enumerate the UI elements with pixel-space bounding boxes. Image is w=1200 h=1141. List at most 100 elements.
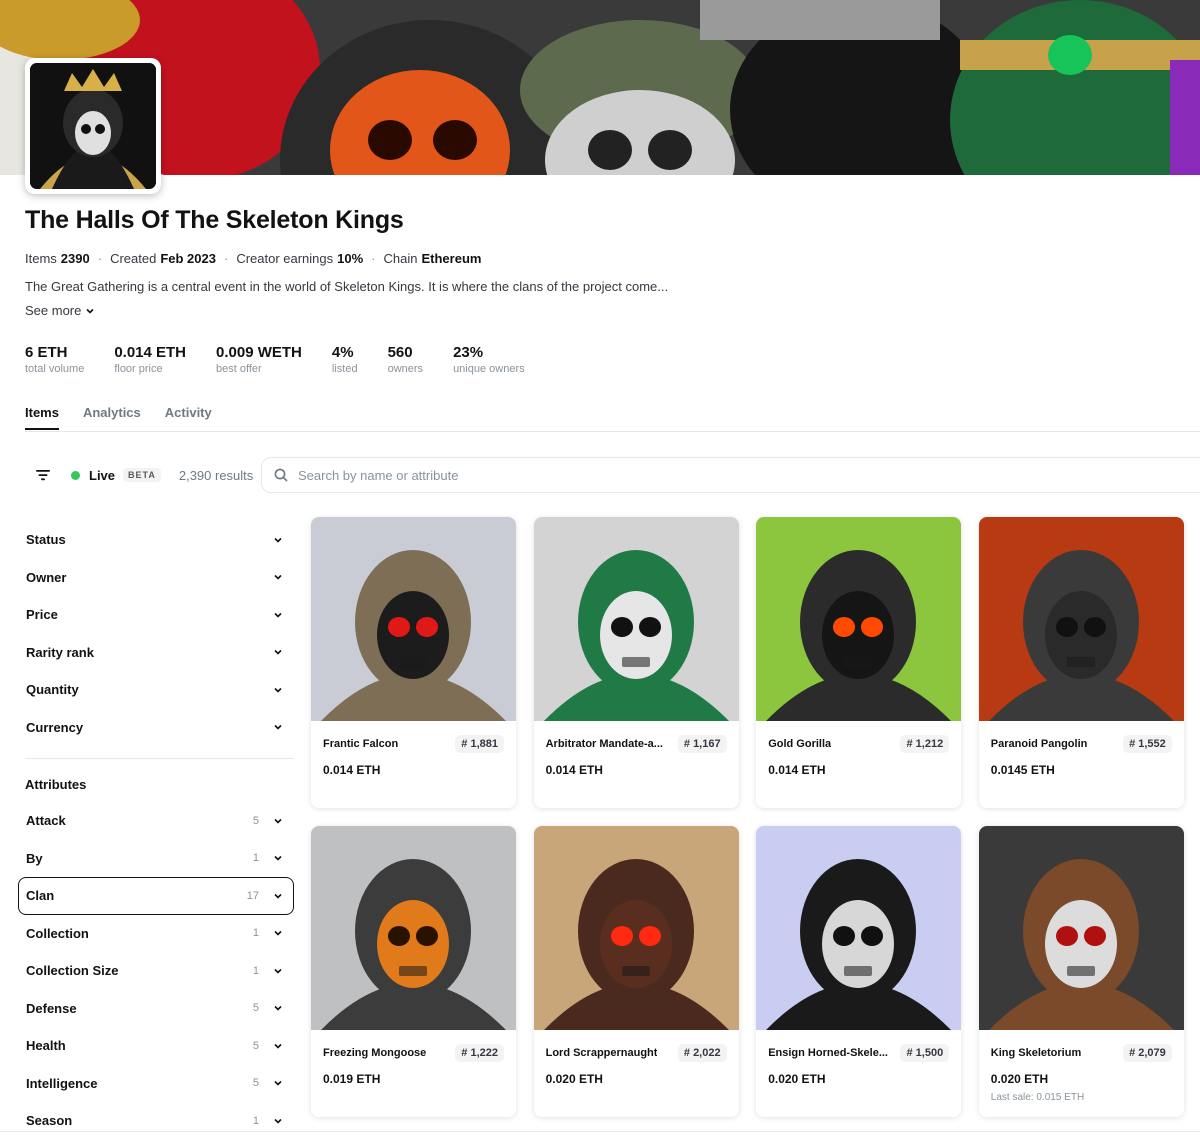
attribute-defense[interactable]: Defense 5: [18, 990, 294, 1028]
stat-total-volume: 6 ETH total volume: [25, 344, 85, 375]
live-dot-icon: [71, 470, 80, 480]
chevron-down-icon: [274, 1006, 282, 1011]
collection-banner: [0, 0, 1200, 175]
item-card[interactable]: Gold Gorilla # 1,212 0.014 ETH: [756, 517, 962, 808]
live-label: Live: [89, 467, 116, 483]
banner-artwork: [0, 0, 1200, 175]
meta-items: Items 2390: [25, 251, 90, 266]
page-bottom-divider: [0, 1131, 1200, 1132]
attribute-collection-size[interactable]: Collection Size 1: [18, 952, 294, 990]
filter-quantity[interactable]: Quantity: [18, 671, 294, 709]
item-name: Arbitrator Mandate-a...: [545, 738, 663, 750]
item-card[interactable]: Paranoid Pangolin # 1,552 0.0145 ETH: [978, 517, 1184, 808]
filter-rarity-rank[interactable]: Rarity rank: [18, 634, 294, 672]
collection-description: The Great Gathering is a central event i…: [25, 279, 669, 294]
stat-best-offer: 0.009 WETH best offer: [216, 344, 302, 375]
chevron-down-icon: [274, 856, 282, 861]
search-bar[interactable]: [261, 457, 1200, 493]
skeleton-king-logo: [30, 63, 156, 189]
item-price: 0.014 ETH: [323, 763, 381, 777]
rarity-rank-badge: # 1,500: [900, 1044, 950, 1062]
skeleton-portrait: [321, 859, 506, 1030]
see-more-label: See more: [25, 303, 82, 318]
filter-price[interactable]: Price: [18, 596, 294, 634]
item-card[interactable]: King Skeletorium # 2,079 0.020 ETH Last s…: [978, 826, 1184, 1117]
items-grid: Frantic Falcon # 1,881 0.014 ETH Arbitrat…: [311, 517, 1189, 1117]
item-card[interactable]: Frantic Falcon # 1,881 0.014 ETH: [311, 517, 516, 808]
item-card[interactable]: Arbitrator Mandate-a... # 1,167 0.014 ETH: [533, 517, 739, 808]
stat-unique-owners: 23% unique owners: [453, 344, 525, 375]
attribute-intelligence[interactable]: Intelligence 5: [18, 1065, 294, 1103]
item-name: Lord Scrappernaught: [545, 1047, 658, 1059]
item-last-sale: Last sale: 0.015 ETH: [990, 1092, 1085, 1103]
chevron-down-icon: [274, 1118, 282, 1124]
skeleton-portrait: [988, 859, 1174, 1030]
chevron-down-icon: [274, 650, 282, 655]
item-name: Ensign Horned-Skele...: [768, 1047, 888, 1059]
chevron-down-icon: [274, 537, 282, 543]
chevron-down-icon: [274, 893, 282, 899]
beta-badge: BETA: [123, 468, 161, 482]
tab-analytics[interactable]: Analytics: [83, 405, 141, 430]
tab-activity[interactable]: Activity: [165, 405, 212, 430]
meta-separator: ·: [97, 251, 103, 266]
item-card[interactable]: Ensign Horned-Skele... # 1,500 0.020 ETH: [756, 826, 962, 1117]
item-price: 0.019 ETH: [323, 1072, 381, 1086]
item-price: 0.020 ETH: [545, 1072, 603, 1086]
item-price: 0.020 ETH: [768, 1072, 826, 1086]
skeleton-portrait: [988, 550, 1174, 721]
tabs-divider: [25, 431, 1200, 432]
item-name: Paranoid Pangolin: [990, 738, 1088, 750]
attribute-by[interactable]: By 1: [18, 840, 294, 878]
live-indicator[interactable]: Live BETA: [71, 468, 161, 483]
skeleton-portrait: [543, 859, 729, 1030]
chevron-down-icon: [274, 687, 282, 693]
items-toolbar: Live BETA 2,390 results: [25, 457, 1200, 493]
see-more-button[interactable]: See more: [25, 303, 95, 318]
collection-stats: 6 ETH total volume 0.014 ETH floor price 0…: [25, 344, 555, 375]
attribute-health[interactable]: Health 5: [18, 1027, 294, 1065]
filter-currency[interactable]: Currency: [18, 709, 294, 747]
item-card[interactable]: Lord Scrappernaught # 2,022 0.020 ETH: [533, 826, 739, 1117]
item-image: [311, 826, 516, 1030]
item-price: 0.0145 ETH: [990, 763, 1055, 777]
filter-status[interactable]: Status: [18, 521, 294, 559]
tab-items[interactable]: Items: [25, 405, 59, 430]
meta-separator: ·: [223, 251, 229, 266]
skeleton-portrait: [766, 859, 952, 1030]
chevron-down-icon: [274, 1081, 282, 1086]
search-input[interactable]: [298, 467, 898, 483]
item-name: Frantic Falcon: [323, 738, 399, 750]
collection-tabs: Items Analytics Activity: [25, 405, 212, 430]
item-image: [533, 517, 739, 721]
chevron-down-icon: [274, 931, 282, 936]
meta-separator: ·: [371, 251, 376, 266]
filter-owner[interactable]: Owner: [18, 559, 294, 597]
stat-listed: 4% listed: [331, 344, 358, 375]
filters-sidebar: Status Owner Price Rarity rank Quantity …: [18, 521, 294, 1140]
rarity-rank-badge: # 1,552: [1123, 735, 1172, 753]
chevron-down-icon: [86, 308, 94, 314]
attribute-season[interactable]: Season 1: [18, 1102, 294, 1140]
filter-toggle-button[interactable]: [25, 457, 61, 493]
rarity-rank-badge: # 2,079: [1123, 1044, 1172, 1062]
item-image: [978, 517, 1184, 721]
attribute-attack[interactable]: Attack 5: [18, 802, 294, 840]
chevron-down-icon: [274, 818, 282, 824]
rarity-rank-badge: # 2,022: [677, 1044, 727, 1062]
item-price: 0.014 ETH: [545, 763, 603, 777]
item-image: [533, 826, 739, 1030]
item-price: 0.020 ETH: [990, 1072, 1049, 1086]
item-image: [311, 517, 516, 721]
collection-meta: Items 2390 · Created Feb 2023 · Creator ea…: [25, 251, 481, 266]
chevron-down-icon: [274, 575, 282, 580]
item-image: [756, 517, 962, 721]
skeleton-portrait: [543, 550, 729, 721]
meta-created: Created Feb 2023: [110, 251, 216, 266]
chevron-down-icon: [274, 1043, 282, 1049]
attribute-clan[interactable]: Clan 17: [18, 877, 294, 915]
item-name: Freezing Mongoose: [323, 1047, 427, 1059]
item-card[interactable]: Freezing Mongoose # 1,222 0.019 ETH: [311, 826, 516, 1117]
collection-title: The Halls Of The Skeleton Kings: [25, 206, 404, 234]
attribute-collection[interactable]: Collection 1: [18, 915, 294, 953]
